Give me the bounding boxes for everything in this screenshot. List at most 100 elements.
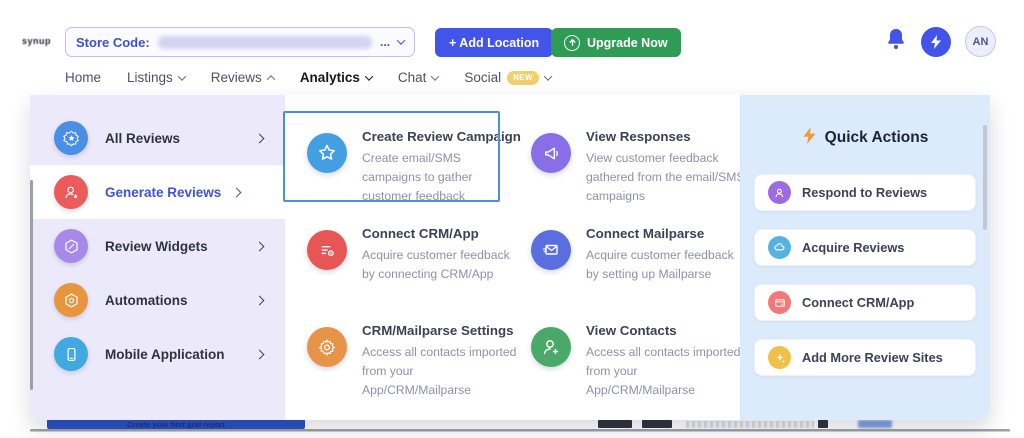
menu-item-title: Connect Mailparse [586, 226, 746, 241]
new-badge: NEW [507, 71, 539, 85]
menu-item-title: CRM/Mailparse Settings [362, 323, 522, 338]
upgrade-now-button[interactable]: Upgrade Now [551, 28, 681, 57]
background-chart-fragment [858, 420, 892, 428]
menu-item-title: Connect CRM/App [362, 226, 522, 241]
menu-item-description: Acquire customer feedback by connecting … [362, 246, 522, 284]
reviews-mega-menu: All Reviews Generate Reviews Review Widg… [30, 95, 990, 420]
menu-item-title: View Responses [586, 129, 746, 144]
top-bar: synup Store Code: ... + Add Location Upg… [0, 0, 1024, 60]
chevron-down-icon [365, 72, 373, 80]
menu-item-description: Acquire customer feedback by setting up … [586, 246, 746, 284]
menu-item-crm-mailparse-settings[interactable]: CRM/Mailparse Settings Access all contac… [301, 315, 525, 412]
mega-menu-items: Create Review Campaign Create email/SMS … [285, 95, 740, 420]
nav-label: Home [65, 70, 101, 85]
menu-item-description: Create email/SMS campaigns to gather cus… [362, 149, 522, 206]
nav-item-home[interactable]: Home [65, 70, 101, 85]
sidebar-item-all-reviews[interactable]: All Reviews [30, 111, 285, 165]
nav-item-reviews[interactable]: Reviews [211, 70, 274, 85]
nav-label: Chat [398, 70, 427, 85]
menu-item-description: Access all contacts imported from your A… [362, 343, 522, 400]
chevron-down-icon [397, 36, 405, 44]
grid-report-banner-label: Create your first grid report [127, 420, 225, 429]
quick-actions-panel: Quick Actions Respond to Reviews Acquire… [740, 95, 990, 420]
store-code-redacted-value [158, 36, 372, 49]
page-bottom-edge [30, 429, 1010, 431]
menu-item-title: Create Review Campaign [362, 129, 522, 144]
page-scrollbar[interactable] [30, 180, 33, 390]
phone-icon [54, 337, 88, 371]
lightning-bolt-icon [802, 127, 817, 149]
quick-action-label: Add More Review Sites [802, 350, 943, 365]
menu-item-connect-crm-app[interactable]: Connect CRM/App Acquire customer feedbac… [301, 218, 525, 315]
list-gear-icon [307, 230, 347, 270]
sidebar-item-label: Automations [105, 293, 188, 308]
menu-item-create-review-campaign[interactable]: Create Review Campaign Create email/SMS … [301, 121, 525, 218]
menu-item-view-responses[interactable]: View Responses View customer feedback ga… [525, 121, 749, 218]
sidebar-item-review-widgets[interactable]: Review Widgets [30, 219, 285, 273]
nav-item-listings[interactable]: Listings [127, 70, 185, 85]
sidebar-item-label: Generate Reviews [105, 185, 221, 200]
quick-action-add-more-review-sites[interactable]: Add More Review Sites [754, 339, 976, 376]
store-code-label: Store Code: [76, 35, 150, 50]
sidebar-item-label: All Reviews [105, 131, 180, 146]
gear-hexagon-icon [54, 283, 88, 317]
quick-action-connect-crm-app[interactable]: Connect CRM/App [754, 284, 976, 321]
sidebar-item-label: Review Widgets [105, 239, 208, 254]
brand-logo[interactable]: synup [22, 36, 51, 46]
app-window: synup Store Code: ... + Add Location Upg… [0, 0, 1024, 438]
person-chat-icon [768, 181, 791, 204]
nav-item-chat[interactable]: Chat [398, 70, 439, 85]
menu-item-description: Access all contacts imported from your A… [586, 343, 746, 400]
avatar[interactable]: AN [965, 26, 996, 57]
menu-item-description: View customer feedback gathered from the… [586, 149, 746, 206]
star-icon [307, 133, 347, 173]
chevron-right-icon [255, 133, 265, 143]
nav-label: Social [464, 70, 501, 85]
chevron-right-icon [255, 295, 265, 305]
quick-action-label: Connect CRM/App [802, 295, 914, 310]
sidebar-item-mobile-application[interactable]: Mobile Application [30, 327, 285, 381]
person-star-icon [54, 175, 88, 209]
gear-icon [307, 327, 347, 367]
star-badge-icon [54, 121, 88, 155]
chevron-down-icon [178, 72, 186, 80]
nav-item-social[interactable]: Social NEW [464, 70, 550, 85]
background-chart-fragment [686, 421, 814, 428]
notification-bell-icon[interactable] [885, 27, 907, 56]
redacted-text-bar [818, 420, 828, 428]
chevron-right-icon [255, 349, 265, 359]
menu-item-connect-mailparse[interactable]: Connect Mailparse Acquire customer feedb… [525, 218, 749, 315]
store-code-select[interactable]: Store Code: ... [65, 27, 415, 57]
quick-actions-title: Quick Actions [825, 129, 929, 147]
person-plus-icon [531, 327, 571, 367]
upgrade-arrow-icon [564, 35, 580, 51]
mega-menu-sidebar: All Reviews Generate Reviews Review Widg… [30, 95, 285, 420]
main-nav: Home Listings Reviews Analytics Chat Soc… [65, 60, 551, 95]
chevron-down-icon [543, 72, 551, 80]
card-icon [768, 291, 791, 314]
menu-item-title: View Contacts [586, 323, 746, 338]
boost-lightning-icon[interactable] [921, 27, 951, 57]
cloud-icon [768, 236, 791, 259]
chevron-down-icon [431, 72, 439, 80]
nav-label: Reviews [211, 70, 262, 85]
hexagon-icon [54, 229, 88, 263]
nav-item-analytics[interactable]: Analytics [300, 70, 372, 85]
sidebar-item-generate-reviews[interactable]: Generate Reviews [30, 165, 285, 219]
menu-item-view-contacts[interactable]: View Contacts Access all contacts import… [525, 315, 749, 412]
redacted-text-bar [598, 420, 632, 428]
quick-action-acquire-reviews[interactable]: Acquire Reviews [754, 229, 976, 266]
upgrade-now-label: Upgrade Now [587, 36, 668, 50]
quick-action-respond-to-reviews[interactable]: Respond to Reviews [754, 174, 976, 211]
chevron-up-icon [267, 75, 275, 83]
quick-actions-scrollbar[interactable] [983, 125, 987, 230]
chevron-right-icon [232, 187, 242, 197]
redacted-text-bar [642, 420, 672, 428]
sidebar-item-automations[interactable]: Automations [30, 273, 285, 327]
envelope-icon [531, 230, 571, 270]
add-location-button[interactable]: + Add Location [435, 28, 553, 57]
grid-report-banner[interactable]: Create your first grid report [47, 419, 305, 429]
quick-action-label: Acquire Reviews [802, 240, 904, 255]
sparkle-icon [768, 346, 791, 369]
chevron-right-icon [255, 241, 265, 251]
